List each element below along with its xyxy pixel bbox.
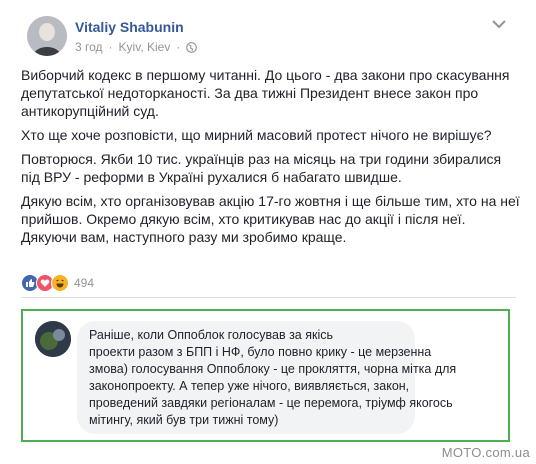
comment-line: Раніше, коли Оппоблок голосував за якісь <box>89 328 334 342</box>
chevron-down-icon[interactable] <box>492 16 506 29</box>
author-name[interactable]: Vitaliy Shabunin <box>75 19 184 35</box>
meta-separator-2: · <box>176 40 181 54</box>
post-text: Виборчий кодекс в першому читанні. До ць… <box>21 66 521 252</box>
haha-icon <box>51 274 69 292</box>
meta-separator: · <box>108 40 113 54</box>
post-paragraph: Виборчий кодекс в першому читанні. До ць… <box>21 67 510 119</box>
post-time[interactable]: 3 год <box>75 40 103 54</box>
divider <box>21 297 516 298</box>
post-paragraph: Хто ще хоче розповісти, що мирний масови… <box>21 127 492 143</box>
author-avatar[interactable] <box>27 16 67 56</box>
comment-line: мітингу, який був три тижні тому) <box>89 413 279 427</box>
commenter-avatar[interactable] <box>35 321 71 357</box>
post-paragraph: Повторюся. Якби 10 тис. українців раз на… <box>21 151 502 185</box>
highlighted-comment: Раніше, коли Оппоблок голосував за якісь… <box>21 309 510 442</box>
post-meta: 3 год · Kyiv, Kiev · <box>75 40 198 54</box>
site-watermark: MOTO.com.ua <box>441 445 530 460</box>
comment-line: проведений завдяки регіоналам - це перем… <box>89 396 453 410</box>
facebook-post: Vitaliy Shabunin 3 год · Kyiv, Kiev · Ви… <box>0 0 536 464</box>
post-location[interactable]: Kyiv, Kiev <box>119 40 171 54</box>
post-paragraph: Дякую всім, хто організовував акцію 17-г… <box>21 193 520 245</box>
comment-line: законопроекту. А тепер уже нічого, виявл… <box>89 379 410 393</box>
comment-line: змова) голосування Оппоблоку - це прокля… <box>89 362 457 376</box>
comment-line: проекти разом з БПП і НФ, було повно кри… <box>89 345 432 359</box>
comment-bubble: Раніше, коли Оппоблок голосував за якісь… <box>77 321 457 434</box>
globe-icon[interactable] <box>186 41 198 53</box>
reactions-bar[interactable]: 494 <box>21 274 94 292</box>
reaction-count[interactable]: 494 <box>74 276 94 290</box>
